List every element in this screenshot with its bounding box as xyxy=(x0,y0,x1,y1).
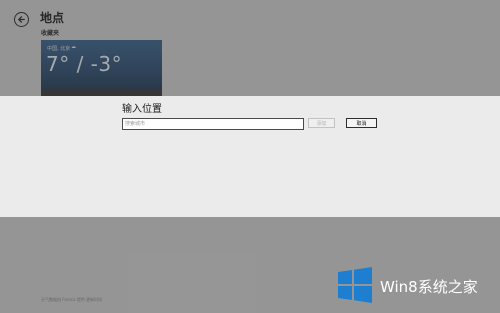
dialog-title: 输入位置 xyxy=(122,104,162,115)
cancel-button[interactable]: 取消 xyxy=(346,118,377,128)
watermark-text: Win8系统之家 xyxy=(380,278,478,296)
watermark: Win8系统之家 xyxy=(336,267,496,307)
screen: 地点 收藏夹 中国, 北京 ☁ 7° / -3° 天气数据由 Foreca 提供… xyxy=(0,0,500,313)
enter-location-dialog: 输入位置 添加 取消 xyxy=(0,96,500,217)
location-search-input[interactable] xyxy=(122,118,304,130)
add-button[interactable]: 添加 xyxy=(308,118,335,128)
windows-logo-icon xyxy=(338,267,372,303)
